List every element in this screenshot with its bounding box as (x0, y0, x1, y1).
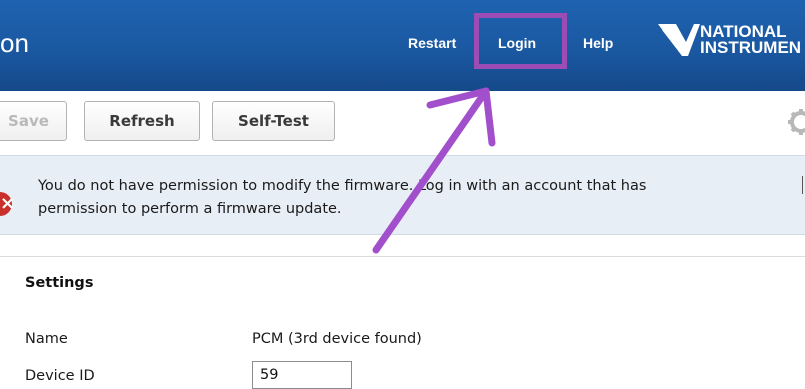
restart-link[interactable]: Restart (408, 35, 456, 51)
device-id-input[interactable] (252, 361, 352, 389)
error-icon (0, 192, 15, 216)
permission-message-bar (0, 155, 805, 235)
settings-title: Settings (25, 275, 94, 291)
name-value: PCM (3rd device found) (252, 331, 422, 347)
help-link[interactable]: Help (583, 35, 613, 51)
ni-logo-line2: INSTRUMEN (700, 38, 802, 57)
toolbar: Save Refresh Self-Test (0, 91, 805, 153)
name-label: Name (25, 331, 68, 347)
settings-panel (0, 256, 805, 388)
permission-message-line1: You do not have permission to modify the… (38, 178, 647, 194)
ni-eagle-icon (658, 24, 700, 56)
header-bar: on Restart Login Help NATIONAL INSTRUMEN (0, 0, 805, 91)
self-test-button[interactable]: Self-Test (212, 101, 335, 141)
ni-logo-text: NATIONAL INSTRUMEN (700, 23, 802, 57)
permission-message-line2: permission to perform a firmware update. (38, 201, 342, 217)
app-title: on (0, 28, 29, 58)
gear-icon[interactable] (787, 108, 805, 136)
device-id-label: Device ID (25, 368, 95, 384)
ni-logo: NATIONAL INSTRUMEN (656, 20, 805, 70)
save-button[interactable]: Save (0, 101, 67, 141)
login-highlight-box (474, 13, 567, 69)
refresh-button[interactable]: Refresh (84, 101, 200, 141)
